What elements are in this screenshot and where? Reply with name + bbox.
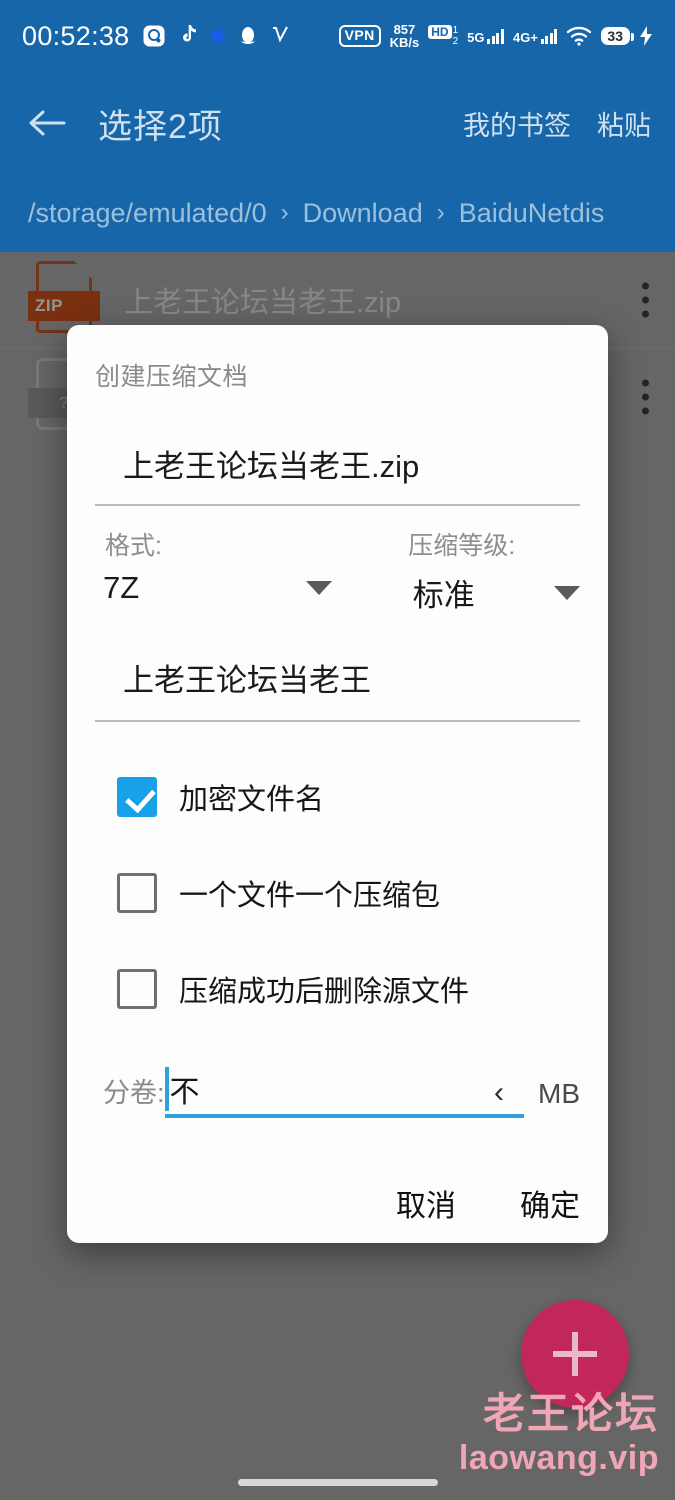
chevron-down-icon xyxy=(554,585,580,600)
checkbox-delete-source[interactable] xyxy=(117,969,157,1009)
divider xyxy=(95,720,580,722)
level-value: 标准 xyxy=(412,578,475,613)
status-bar-left: 00:52:38 xyxy=(22,21,290,52)
qq-icon xyxy=(238,24,258,48)
hd-sub: 2 xyxy=(452,36,459,47)
chevron-down-icon xyxy=(305,581,332,595)
format-value: 7Z xyxy=(103,570,140,605)
format-select[interactable]: 7Z xyxy=(95,570,332,606)
sim1-label: 5G xyxy=(467,29,485,45)
phone-screen: 00:52:38 VPN 857 KB/s HD 1 2 5G 4G+ 33 选… xyxy=(0,0,675,1500)
split-volume-unit: MB xyxy=(538,1078,580,1109)
hd-sim-indices: 1 2 xyxy=(453,25,459,47)
status-bar-right: VPN 857 KB/s HD 1 2 5G 4G+ 33 xyxy=(338,23,653,49)
text-cursor xyxy=(164,1067,169,1111)
status-bar-clock: 00:52:38 xyxy=(22,20,130,51)
archive-name-input[interactable]: 上老王论坛当老王.zip xyxy=(95,393,580,504)
add-button[interactable] xyxy=(521,1300,629,1408)
format-label: 格式: xyxy=(105,532,162,560)
dot-badge-icon xyxy=(210,28,226,44)
sim1-signal-icon: 5G xyxy=(467,28,504,45)
v-app-icon xyxy=(270,25,290,47)
page-title: 选择2项 xyxy=(98,107,223,146)
level-select[interactable]: 标准 xyxy=(344,570,580,615)
level-select-group: 压缩等级: 标准 xyxy=(332,526,580,615)
breadcrumb: /storage/emulated/0 › Download › BaiduNe… xyxy=(0,174,675,252)
hd-voice-icon: HD 1 2 xyxy=(428,25,458,47)
checkbox-one-archive-per-file[interactable] xyxy=(117,873,157,913)
bolt-icon xyxy=(639,25,653,47)
checkbox-row-encrypt-filenames[interactable]: 加密文件名 xyxy=(95,766,580,828)
back-arrow-icon[interactable] xyxy=(24,100,70,146)
chevron-left-icon[interactable]: ‹ xyxy=(494,1078,504,1108)
chevron-right-icon: › xyxy=(280,199,289,226)
checkbox-encrypt-filenames[interactable] xyxy=(117,777,157,817)
sim1-bars xyxy=(487,28,504,44)
gesture-nav-bar[interactable] xyxy=(237,1479,438,1486)
cancel-button[interactable]: 取消 xyxy=(396,1181,456,1225)
password-input[interactable]: 上老王论坛当老王 xyxy=(95,615,580,720)
status-bar: 00:52:38 VPN 857 KB/s HD 1 2 5G 4G+ 33 xyxy=(0,0,675,72)
chevron-right-icon: › xyxy=(436,199,445,226)
breadcrumb-item-root[interactable]: /storage/emulated/0 xyxy=(28,198,267,229)
dialog-title: 创建压缩文档 xyxy=(95,363,249,391)
wifi-icon xyxy=(566,25,592,47)
network-speed-unit: KB/s xyxy=(389,35,420,50)
checkbox-row-one-archive-per-file[interactable]: 一个文件一个压缩包 xyxy=(95,862,580,924)
hd-tag-label: HD xyxy=(428,25,452,39)
battery-indicator: 33 xyxy=(601,27,634,45)
sim2-bars xyxy=(540,28,558,44)
checkbox-label: 一个文件一个压缩包 xyxy=(179,880,441,912)
paste-button[interactable]: 粘贴 xyxy=(597,104,651,143)
split-volume-input[interactable]: 不 ‹ xyxy=(164,1064,524,1118)
network-speed-indicator: 857 KB/s xyxy=(390,23,420,49)
checkbox-label: 压缩成功后删除源文件 xyxy=(179,976,470,1008)
sim2-label: 4G+ xyxy=(512,29,538,45)
level-label: 压缩等级: xyxy=(408,532,516,560)
checkbox-row-delete-source[interactable]: 压缩成功后删除源文件 xyxy=(95,958,580,1020)
create-archive-dialog: 创建压缩文档 上老王论坛当老王.zip 格式: 7Z 压缩等级: 标准 上老王论… xyxy=(67,325,608,1243)
plus-icon xyxy=(553,1332,597,1376)
app-bar-actions: 我的书签 粘贴 xyxy=(463,104,651,143)
split-volume-label: 分卷: xyxy=(103,1078,165,1108)
my-bookmarks-button[interactable]: 我的书签 xyxy=(463,104,571,143)
sim2-signal-icon: 4G+ xyxy=(512,28,558,45)
format-select-group: 格式: 7Z xyxy=(95,526,332,615)
checkbox-label: 加密文件名 xyxy=(179,784,325,816)
app-bar: 选择2项 我的书签 粘贴 xyxy=(0,72,675,174)
split-volume-row: 分卷: 不 ‹ MB xyxy=(95,1064,580,1118)
format-and-level-row: 格式: 7Z 压缩等级: 标准 xyxy=(95,506,580,615)
breadcrumb-item-download[interactable]: Download xyxy=(303,198,423,229)
dialog-actions: 取消 确定 xyxy=(396,1181,580,1225)
vpn-icon: VPN xyxy=(338,25,381,47)
camera-app-icon xyxy=(142,24,166,48)
breadcrumb-item-baidunetdisk[interactable]: BaiduNetdis xyxy=(459,198,605,229)
confirm-button[interactable]: 确定 xyxy=(520,1181,580,1225)
hd-sup: 1 xyxy=(452,25,459,36)
split-volume-value: 不 xyxy=(169,1076,200,1109)
tiktok-icon xyxy=(178,24,198,48)
